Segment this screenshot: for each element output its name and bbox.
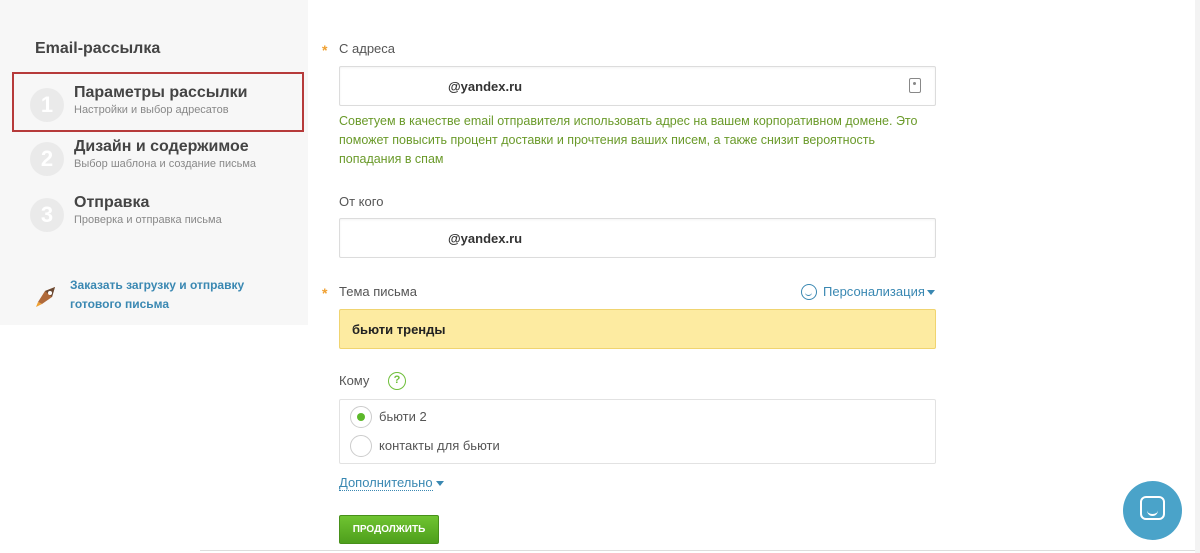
from-name-field[interactable]: @yandex.ru: [339, 218, 936, 258]
from-address-hint: Советуем в качестве email отправителя ис…: [339, 114, 918, 166]
sidebar-title: Email-рассылка: [35, 40, 161, 57]
smile-icon: [801, 283, 817, 300]
recipients-list: бьюти 2 контакты для бьюти: [339, 399, 936, 464]
from-name-label: От кого: [339, 194, 384, 209]
step-subtitle: Выбор шаблона и создание письма: [74, 158, 257, 170]
required-icon: *: [322, 285, 328, 301]
subject-value: бьюти тренды: [352, 322, 446, 337]
scrollbar-track[interactable]: [1195, 0, 1200, 553]
divider: [200, 550, 1200, 551]
from-address-field[interactable]: @yandex.ru: [339, 66, 936, 106]
additional-settings-link[interactable]: Дополнительно: [339, 475, 433, 491]
chat-icon: [1140, 496, 1165, 520]
step-title: Дизайн и содержимое: [74, 138, 249, 155]
sidebar-step-design[interactable]: 2 Дизайн и содержимое Выбор шаблона и со…: [30, 138, 290, 182]
rocket-icon: [36, 287, 55, 307]
subject-label: Тема письма: [339, 284, 417, 299]
address-book-icon[interactable]: [909, 78, 921, 93]
from-address-value: @yandex.ru: [448, 79, 523, 94]
chat-button[interactable]: [1123, 481, 1182, 540]
recipient-option-label: бьюти 2: [379, 409, 427, 424]
step-title: Отправка: [74, 194, 150, 211]
personalization-label: Персонализация: [823, 284, 925, 299]
page: Email-рассылка 1 Параметры рассылки Наст…: [0, 0, 1200, 553]
from-name-value: @yandex.ru: [448, 231, 523, 246]
active-step-highlight: [12, 72, 304, 132]
help-icon[interactable]: ?: [388, 372, 406, 390]
recipient-option-label: контакты для бьюти: [379, 438, 500, 453]
promo-link[interactable]: Заказать загрузку и отправку готового пи…: [70, 276, 290, 314]
required-icon: *: [322, 42, 328, 58]
sidebar-step-send[interactable]: 3 Отправка Проверка и отправка письма: [30, 194, 290, 238]
order-upload-promo[interactable]: Заказать загрузку и отправку готового пи…: [35, 276, 295, 316]
step-subtitle: Проверка и отправка письма: [74, 214, 222, 226]
step-number-icon: 2: [30, 142, 64, 176]
personalization-dropdown[interactable]: Персонализация: [801, 283, 935, 302]
chevron-down-icon: [926, 290, 935, 296]
radio-button[interactable]: [350, 406, 372, 428]
from-address-label: С адреса: [339, 41, 396, 56]
radio-button[interactable]: [350, 435, 372, 457]
subject-input[interactable]: бьюти тренды: [339, 309, 936, 349]
recipients-label: Кому: [339, 373, 370, 388]
chevron-down-icon: [436, 481, 444, 486]
step-number-icon: 3: [30, 198, 64, 232]
continue-button[interactable]: ПРОДОЛЖИТЬ: [339, 515, 439, 544]
